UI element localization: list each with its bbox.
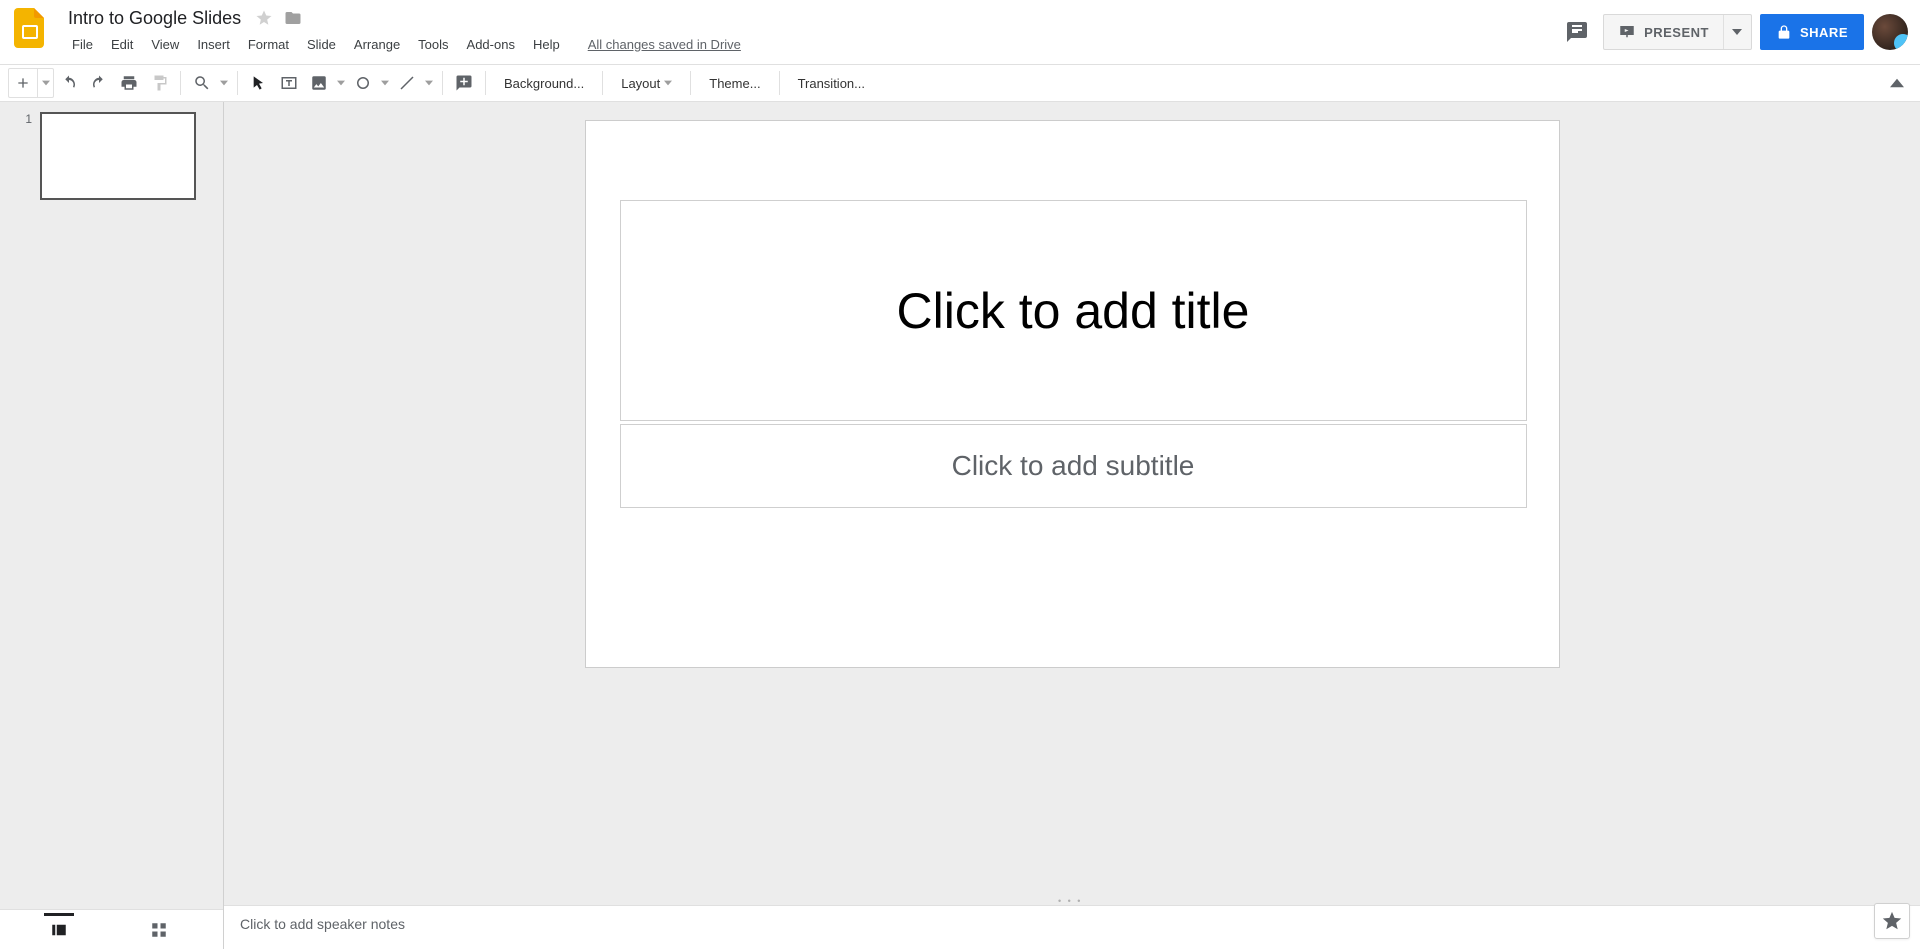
menu-arrange[interactable]: Arrange [346, 33, 408, 56]
filmstrip-column: 1 [0, 102, 224, 949]
explore-button[interactable] [1874, 903, 1910, 939]
subtitle-placeholder[interactable]: Click to add subtitle [620, 424, 1527, 508]
grid-view-button[interactable] [144, 915, 174, 945]
slides-logo-icon[interactable] [10, 8, 50, 48]
transition-label: Transition... [798, 76, 865, 91]
image-dropdown[interactable] [334, 69, 348, 97]
new-slide-group [8, 68, 54, 98]
chevron-down-icon [664, 79, 672, 87]
speaker-notes[interactable]: Click to add speaker notes [224, 905, 1920, 949]
layout-label: Layout [621, 76, 660, 91]
menu-view[interactable]: View [143, 33, 187, 56]
menu-addons[interactable]: Add-ons [459, 33, 523, 56]
menu-format[interactable]: Format [240, 33, 297, 56]
title-actions: PRESENT SHARE [1559, 8, 1908, 56]
zoom-button[interactable] [187, 69, 217, 97]
share-label: SHARE [1800, 25, 1848, 40]
shape-dropdown[interactable] [378, 69, 392, 97]
titlebar: Intro to Google Slides File Edit View In… [0, 0, 1920, 64]
zoom-dropdown[interactable] [217, 69, 231, 97]
menubar: File Edit View Insert Format Slide Arran… [64, 30, 1559, 58]
theme-label: Theme... [709, 76, 760, 91]
canvas-column: Click to add title Click to add subtitle… [224, 102, 1920, 949]
title-placeholder[interactable]: Click to add title [620, 200, 1527, 421]
transition-button[interactable]: Transition... [786, 69, 877, 97]
account-avatar[interactable] [1872, 14, 1908, 50]
image-tool[interactable] [304, 69, 334, 97]
slide-thumbnail-row: 1 [0, 112, 223, 210]
toolbar: Background... Layout Theme... Transition… [0, 64, 1920, 102]
new-slide-button[interactable] [9, 69, 37, 97]
slide-thumbnail[interactable] [40, 112, 196, 200]
menu-slide[interactable]: Slide [299, 33, 344, 56]
slide-number: 1 [14, 112, 32, 126]
background-label: Background... [504, 76, 584, 91]
star-icon[interactable] [255, 9, 273, 27]
line-dropdown[interactable] [422, 69, 436, 97]
line-tool[interactable] [392, 69, 422, 97]
present-label: PRESENT [1644, 25, 1709, 40]
doc-title[interactable]: Intro to Google Slides [64, 7, 245, 30]
present-button[interactable]: PRESENT [1604, 15, 1723, 49]
slide-canvas[interactable]: Click to add title Click to add subtitle [585, 120, 1560, 668]
new-slide-dropdown[interactable] [37, 69, 53, 97]
shape-tool[interactable] [348, 69, 378, 97]
doc-header: Intro to Google Slides File Edit View In… [64, 6, 1559, 58]
redo-button[interactable] [84, 69, 114, 97]
main: 1 Click to add title Click to add subtit… [0, 102, 1920, 949]
menu-help[interactable]: Help [525, 33, 568, 56]
layout-button[interactable]: Layout [609, 69, 684, 97]
save-status[interactable]: All changes saved in Drive [588, 37, 741, 52]
menu-tools[interactable]: Tools [410, 33, 456, 56]
select-tool[interactable] [244, 69, 274, 97]
theme-button[interactable]: Theme... [697, 69, 772, 97]
comments-button[interactable] [1559, 14, 1595, 50]
paint-format-button [144, 69, 174, 97]
print-button[interactable] [114, 69, 144, 97]
undo-button[interactable] [54, 69, 84, 97]
menu-file[interactable]: File [64, 33, 101, 56]
share-button[interactable]: SHARE [1760, 14, 1864, 50]
present-button-group: PRESENT [1603, 14, 1752, 50]
filmstrip-footer [0, 909, 223, 949]
canvas-area[interactable]: Click to add title Click to add subtitle [224, 102, 1920, 897]
textbox-tool[interactable] [274, 69, 304, 97]
filmstrip-view-button[interactable] [44, 913, 74, 943]
notes-splitter[interactable]: • • • [224, 897, 1920, 905]
lock-icon [1776, 24, 1792, 40]
menu-edit[interactable]: Edit [103, 33, 141, 56]
menu-insert[interactable]: Insert [189, 33, 238, 56]
insert-comment-button[interactable] [449, 69, 479, 97]
background-button[interactable]: Background... [492, 69, 596, 97]
play-icon [1618, 23, 1636, 41]
collapse-toolbar-button[interactable] [1882, 69, 1912, 97]
filmstrip[interactable]: 1 [0, 102, 223, 909]
present-dropdown[interactable] [1723, 15, 1751, 49]
move-folder-icon[interactable] [283, 9, 303, 27]
